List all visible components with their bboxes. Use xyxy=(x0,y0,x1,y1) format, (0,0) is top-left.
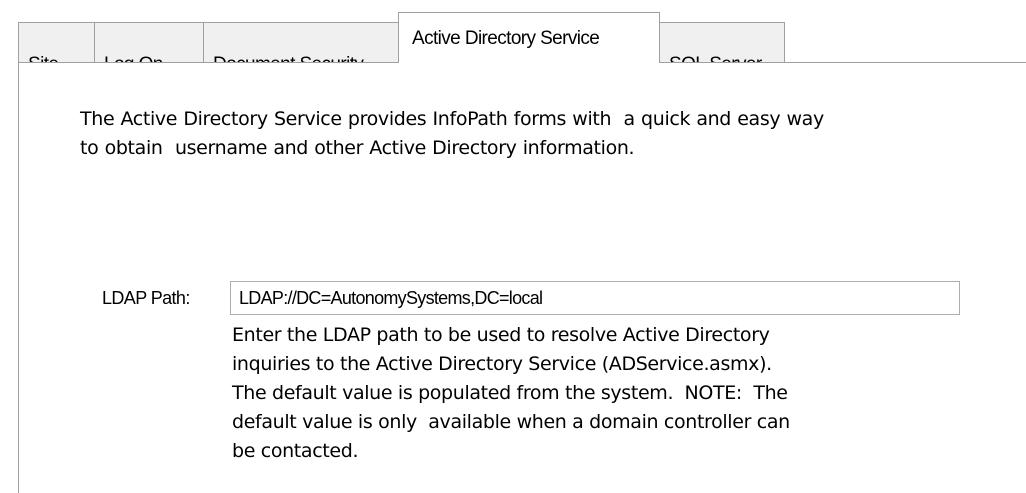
tab-active-directory-service[interactable]: Active Directory Service xyxy=(398,12,660,63)
tab-log-on[interactable]: Log On xyxy=(94,22,204,75)
tab-active-directory-service-label: Active Directory Service xyxy=(412,28,600,49)
tab-sql-server[interactable]: SQL Server xyxy=(659,22,785,75)
ldap-path-label: LDAP Path: xyxy=(102,288,190,308)
tab-document-security[interactable]: Document Security xyxy=(203,22,399,75)
ldap-path-input[interactable] xyxy=(230,281,960,315)
intro-description: The Active Directory Service provides In… xyxy=(80,108,824,159)
tab-strip: Site Log On Document Security Active Dir… xyxy=(0,0,1026,75)
ldap-path-help-text: Enter the LDAP path to be used to resolv… xyxy=(232,324,790,462)
tab-site[interactable]: Site xyxy=(18,22,95,75)
